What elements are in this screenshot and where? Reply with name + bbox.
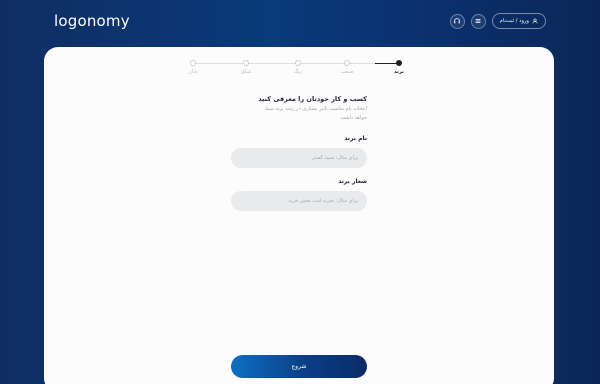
- step-brand[interactable]: برند: [384, 60, 414, 75]
- step-label: صنعت: [340, 69, 354, 75]
- slogan-label: شعار برند: [338, 178, 367, 185]
- step-industry[interactable]: صنعت: [332, 60, 362, 75]
- step-dot: [295, 60, 301, 66]
- step-label: شکل: [240, 69, 252, 75]
- logo[interactable]: logonomy: [54, 12, 130, 30]
- step-color[interactable]: رنگ: [283, 60, 313, 75]
- user-icon: [532, 18, 538, 24]
- headset-icon: [454, 18, 461, 24]
- login-button[interactable]: ورود / ثبت‌نام: [491, 13, 546, 29]
- form-subtitle: انتخاب نام مناسب تاثیر بسیاری در رشد برن…: [265, 106, 367, 121]
- step-label: برند: [394, 69, 404, 75]
- step-finish[interactable]: پایان: [178, 60, 208, 75]
- step-dot: [396, 60, 402, 66]
- step-label: پایان: [188, 69, 198, 75]
- header-actions: ورود / ثبت‌نام: [449, 13, 546, 29]
- progress-stepper: برند صنعت رنگ شکل پایان: [188, 60, 451, 80]
- slogan-input[interactable]: [231, 191, 367, 211]
- brand-name-input[interactable]: [231, 148, 367, 168]
- step-dot: [344, 60, 350, 66]
- start-button[interactable]: شروع: [231, 355, 367, 378]
- brand-form: کسب و کار خودتان را معرفی کنید انتخاب نا…: [231, 95, 367, 211]
- step-shape[interactable]: شکل: [231, 60, 261, 75]
- brand-name-label: نام برند: [344, 135, 367, 142]
- support-button[interactable]: [449, 13, 465, 29]
- step-label: رنگ: [293, 69, 303, 75]
- menu-icon: [475, 19, 481, 23]
- step-dot: [243, 60, 249, 66]
- main-card: برند صنعت رنگ شکل پایان کسب و کار خودتان…: [44, 47, 554, 384]
- menu-button[interactable]: [470, 13, 486, 29]
- step-dot: [190, 60, 196, 66]
- login-label: ورود / ثبت‌نام: [499, 18, 529, 24]
- form-title: کسب و کار خودتان را معرفی کنید: [258, 95, 367, 103]
